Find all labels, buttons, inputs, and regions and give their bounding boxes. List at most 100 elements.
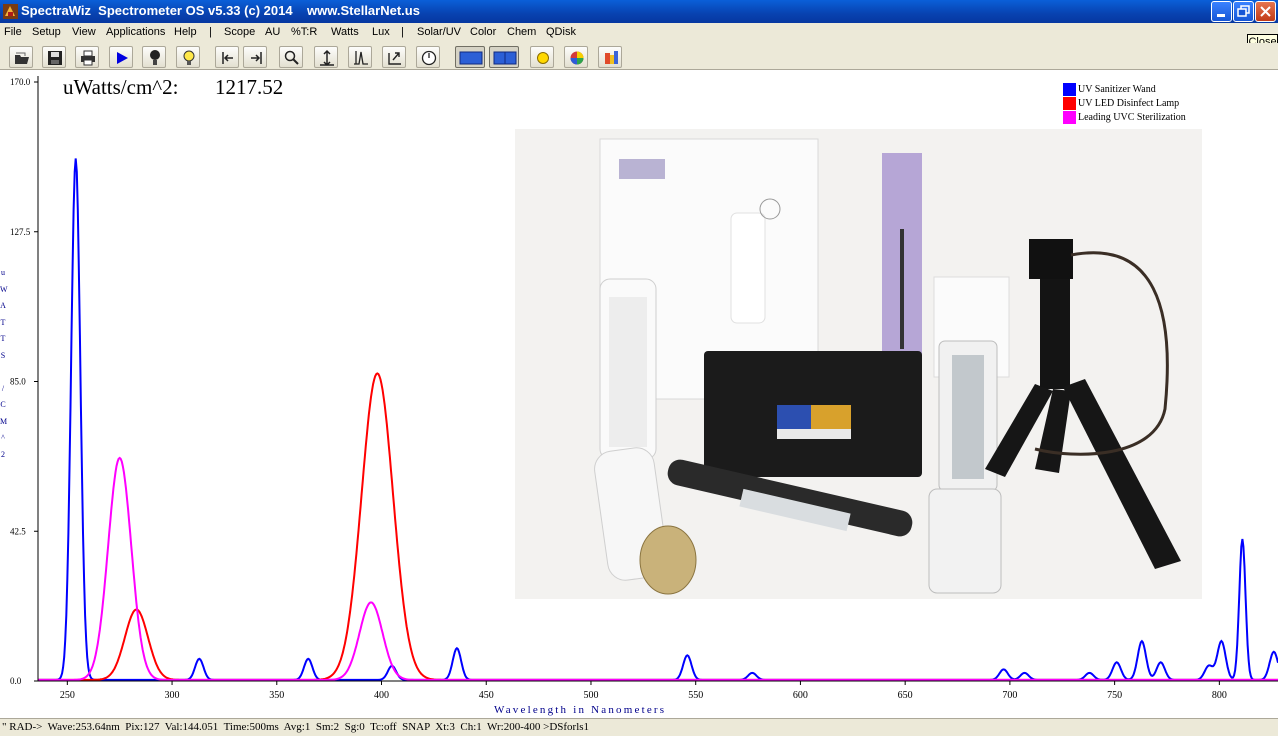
x-tick-label: 350 (269, 690, 284, 701)
y-tick-label: 0.0 (10, 676, 22, 686)
y-axis-char: 2 (1, 449, 5, 459)
status-bar: " RAD-> Wave:253.64nm Pix:127 Val:144.05… (0, 718, 1278, 736)
menu-scope[interactable]: Scope (224, 26, 255, 38)
menu-au[interactable]: AU (265, 26, 280, 38)
dual-graph-icon (493, 51, 517, 65)
toolbar (0, 43, 1278, 70)
legend-item: Leading UVC Sterilization (1063, 111, 1186, 125)
probe-icon (150, 50, 160, 65)
close-icon (1260, 6, 1271, 17)
restore-icon (1237, 5, 1250, 17)
minimize-button[interactable] (1211, 1, 1232, 22)
minimize-icon (1217, 14, 1225, 17)
close-button[interactable] (1255, 1, 1276, 22)
dual-graph-button[interactable] (489, 46, 519, 68)
scroll-right-button[interactable] (243, 46, 267, 68)
x-tick-label: 750 (1107, 690, 1122, 701)
y-axis-char: ^ (1, 433, 5, 442)
color-wheel-icon (570, 51, 584, 65)
menu-help[interactable]: Help (174, 26, 197, 38)
save-icon (48, 51, 62, 65)
legend: UV Sanitizer Wand UV LED Disinfect Lamp … (1063, 83, 1186, 125)
scroll-right-icon (251, 52, 262, 64)
x-tick-label: 450 (479, 690, 494, 701)
scroll-left-icon (222, 52, 233, 64)
scroll-left-button[interactable] (215, 46, 239, 68)
probe-button[interactable] (142, 46, 166, 68)
legend-label: Leading UVC Sterilization (1078, 112, 1186, 123)
x-tick-label: 650 (898, 690, 913, 701)
y-axis-char (0, 364, 6, 381)
product-photo (515, 129, 1202, 599)
legend-swatch (1063, 97, 1076, 110)
palette-button[interactable] (598, 46, 622, 68)
legend-label: UV Sanitizer Wand (1078, 84, 1156, 95)
product-photo-illustration (515, 129, 1202, 599)
y-axis-char: / (1, 383, 5, 393)
y-axis-char: W (0, 284, 8, 294)
irradiance-readout-value: 1217.52 (215, 75, 284, 99)
x-axis-title: Wavelength in Nanometers (494, 704, 667, 716)
menu-setup[interactable]: Setup (32, 26, 61, 38)
peak-icon (354, 51, 368, 65)
menu-file[interactable]: File (4, 26, 22, 38)
x-tick-label: 550 (688, 690, 703, 701)
x-tick-label: 700 (1002, 690, 1017, 701)
y-axis-char: T (0, 334, 6, 343)
menu-separator: | (401, 26, 404, 38)
y-axis-char: M (0, 416, 8, 426)
x-tick-label: 300 (165, 690, 180, 701)
legend-swatch (1063, 111, 1076, 124)
menu-lux[interactable]: Lux (372, 26, 390, 38)
irradiance-readout-label: uWatts/cm^2: (63, 75, 179, 99)
save-button[interactable] (42, 46, 66, 68)
y-tick-label: 170.0 (10, 77, 31, 87)
open-button[interactable] (9, 46, 33, 68)
title-bar: SpectraWiz Spectrometer OS v5.33 (c) 201… (0, 0, 1278, 23)
palette-icon (605, 51, 618, 64)
menu-view[interactable]: View (72, 26, 96, 38)
menu-chem[interactable]: Chem (507, 26, 536, 38)
play-icon (117, 52, 128, 64)
export-icon (388, 52, 401, 65)
y-tick-label: 85.0 (10, 377, 26, 387)
export-button[interactable] (382, 46, 406, 68)
lamp-button[interactable] (176, 46, 200, 68)
y-tick-label: 42.5 (10, 526, 26, 536)
color-wheel-button[interactable] (564, 46, 588, 68)
menu-bar: File Setup View Applications Help | Scop… (0, 23, 1278, 43)
window-title: SpectraWiz Spectrometer OS v5.33 (c) 201… (21, 3, 420, 18)
y-axis-char: T (0, 317, 6, 327)
menu-separator: | (209, 26, 212, 38)
print-button[interactable] (75, 46, 99, 68)
legend-swatch (1063, 83, 1076, 96)
menu-qdisk[interactable]: QDisk (546, 26, 576, 38)
y-axis-char: S (0, 350, 6, 360)
y-axis-vertical-label: u W A T T S / C M ^ 2 (0, 265, 8, 463)
x-axis: 250 300 350 400 450 500 550 600 650 700 750 800 (60, 681, 1227, 701)
x-tick-label: 400 (374, 690, 389, 701)
zoom-button[interactable] (279, 46, 303, 68)
timer-button[interactable] (416, 46, 440, 68)
menu-color[interactable]: Color (470, 26, 496, 38)
single-graph-button[interactable] (455, 46, 485, 68)
menu-watts[interactable]: Watts (331, 26, 359, 38)
autoscale-button[interactable] (314, 46, 338, 68)
peak-button[interactable] (348, 46, 372, 68)
legend-item: UV Sanitizer Wand (1063, 83, 1186, 97)
status-text: " RAD-> Wave:253.64nm Pix:127 Val:144.05… (2, 721, 590, 733)
menu-ttr[interactable]: %T:R (291, 26, 317, 38)
menu-applications[interactable]: Applications (106, 26, 165, 38)
restore-button[interactable] (1233, 1, 1254, 22)
single-graph-icon (459, 51, 483, 65)
x-tick-label: 250 (60, 690, 75, 701)
app-icon[interactable] (3, 4, 18, 19)
y-axis-char: C (0, 400, 6, 409)
print-icon (81, 50, 95, 66)
lamp-icon (183, 50, 195, 65)
menu-solar-uv[interactable]: Solar/UV (417, 26, 461, 38)
open-icon (15, 52, 29, 64)
play-button[interactable] (109, 46, 133, 68)
legend-label: UV LED Disinfect Lamp (1078, 98, 1180, 109)
sun-button[interactable] (530, 46, 554, 68)
